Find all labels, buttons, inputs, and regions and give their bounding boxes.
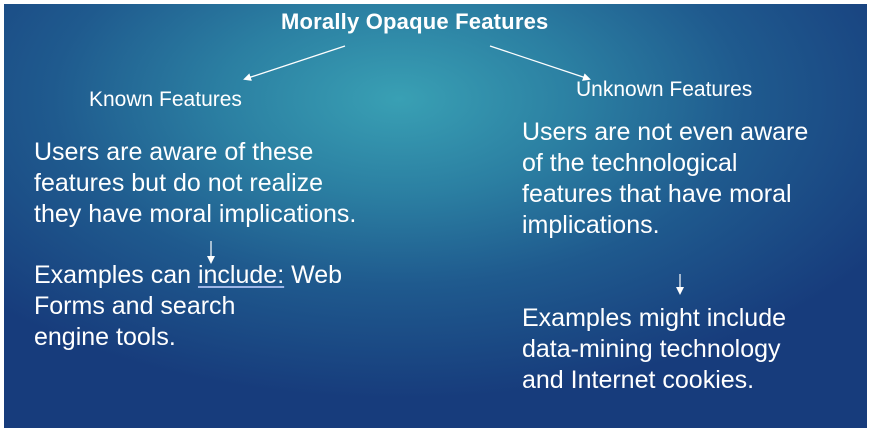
examples-line: Examples can include: Web xyxy=(34,260,342,291)
description-line: Users are not even aware xyxy=(522,118,809,146)
description-line: of the technological xyxy=(522,149,738,177)
known-features-heading: Known Features xyxy=(89,88,242,111)
description-line: they have moral implications. xyxy=(34,200,357,228)
examples-prefix: Examples can xyxy=(34,261,198,289)
examples-suffix: Web xyxy=(284,261,343,289)
known-features-description: Users are aware of these features but do… xyxy=(34,137,356,230)
description-line: features that have moral xyxy=(522,180,792,208)
examples-line: Examples might include xyxy=(522,304,787,332)
description-line: features but do not realize xyxy=(34,169,324,197)
include-underlined-text: include: xyxy=(197,261,285,289)
slide: Morally Opaque Features Known Features U… xyxy=(4,4,867,428)
arrow-to-known-features xyxy=(243,45,346,81)
unknown-features-heading: Unknown Features xyxy=(576,78,753,101)
examples-line: engine tools. xyxy=(34,323,176,351)
description-line: Users are aware of these xyxy=(34,138,314,166)
slide-title: Morally Opaque Features xyxy=(281,9,549,34)
known-features-examples: Examples can include: Web Forms and sear… xyxy=(34,260,342,353)
description-line: implications. xyxy=(522,211,660,239)
examples-line: Forms and search xyxy=(34,292,236,320)
examples-line: data-mining technology xyxy=(522,335,781,363)
examples-line: and Internet cookies. xyxy=(522,366,755,394)
unknown-features-description: Users are not even aware of the technolo… xyxy=(522,117,808,241)
unknown-features-examples: Examples might include data-mining techn… xyxy=(522,303,786,396)
arrow-to-unknown-features xyxy=(489,45,591,81)
